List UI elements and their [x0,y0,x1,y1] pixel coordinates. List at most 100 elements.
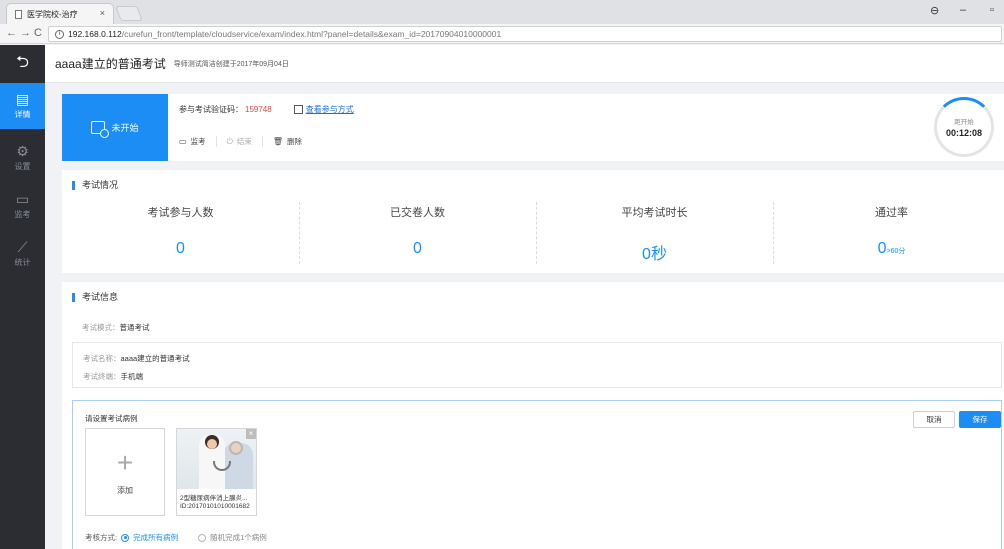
stat-label: 考试参与人数 [147,207,214,219]
stat-avg-duration: 平均考试时长 0秒 [536,200,773,266]
status-card: 未开始 参与考试验证码： 159748 查看参与方式 ▭ 监考 ⏻ 结束 🗑 删… [62,94,1004,161]
url-host: 192.168.0.112 [68,29,122,39]
url-path: /curefun_front/template/cloudservice/exa… [121,29,502,39]
info-icon[interactable]: i [55,29,64,39]
radio-selected-icon[interactable] [121,533,130,542]
field-label: 考试模式： [82,323,120,332]
reload-icon[interactable]: C [34,27,42,39]
url-field[interactable]: i 192.168.0.112 /curefun_front/template/… [48,26,1002,42]
pass-threshold: >60分 [886,248,906,255]
join-method-link[interactable]: 查看参与方式 [306,104,354,115]
case-name: 2型糖尿病伴消上腺炎... [180,495,248,502]
sidebar-item-statistics[interactable]: ⟋ 统计 [0,231,45,277]
assessment-mode-label: 考核方式: [85,533,118,542]
stat-label: 平均考试时长 [621,207,688,219]
sidebar-item-settings[interactable]: ⚙ 设置 [0,135,45,181]
exam-status-button[interactable]: 未开始 [62,94,168,161]
action-label: 监考 [190,137,206,146]
stat-value: 0 [176,240,185,257]
end-action[interactable]: ⏻ 结束 [217,136,263,147]
chart-icon: ⟋ [17,239,28,255]
code-value: 159748 [245,105,272,114]
field-label: 考试名称： [83,354,121,363]
browser-tabbar: 医学院校-治疗 × ⊖ – ▫ [0,0,1004,24]
document-icon [15,9,22,19]
exam-mode-row: 考试模式：普通考试 [82,322,150,333]
close-tab-icon[interactable]: × [100,8,105,18]
exam-name-row: 考试名称：aaaa建立的普通考试 [83,353,190,364]
case-photo [177,429,256,489]
new-tab-button[interactable] [115,6,143,21]
page-title: aaaa建立的普通考试 [55,57,166,71]
gear-icon: ⚙ [16,143,29,159]
field-label: 考试终端： [83,372,121,381]
case-card[interactable]: × 2型糖尿病伴消上腺炎... ID:20170101010001682 [176,428,257,516]
case-panel-title: 请设置考试病例 [85,414,138,423]
detail-icon: ▤ [15,91,30,107]
timer-value: 00:12:08 [945,128,983,138]
sidebar-item-monitor[interactable]: ▭ 监考 [0,183,45,229]
save-button[interactable]: 保存 [959,411,1001,428]
address-bar: ← → C i 192.168.0.112 /curefun_front/tem… [0,24,1004,44]
stat-participants: 考试参与人数 0 [62,200,299,266]
maximize-icon[interactable]: ▫ [990,4,994,16]
assessment-mode-row: 考核方式: 完成所有病例 随机完成1个病例 [85,532,287,543]
plus-icon: + [116,446,134,478]
action-label: 结束 [236,137,252,146]
page-subtitle: 导师测试简洁创建于2017年09月04日 [173,60,289,68]
sidebar-item-label: 设置 [14,162,31,171]
option-label: 随机完成1个病例 [210,533,267,542]
monitor-icon: ▭ [15,191,30,207]
stat-submitted: 已交卷人数 0 [299,200,536,266]
stat-pass-rate: 通过率 0>60分 [773,200,1004,266]
countdown-timer: 距开始 00:12:08 [934,97,994,157]
return-arrow-icon: ⮌ [16,53,29,71]
section-title: 考试信息 [72,293,118,302]
add-case-button[interactable]: + 添加 [85,428,165,516]
exam-info-card: 考试信息 考试模式：普通考试 考试名称：aaaa建立的普通考试 考试终端：手机端… [62,282,1004,549]
stat-value: 0 [413,240,422,257]
exam-stats-card: 考试情况 考试参与人数 0 已交卷人数 0 平均考试时长 0秒 通过率 0>60… [62,170,1004,273]
cancel-button[interactable]: 取消 [913,411,955,428]
add-case-label: 添加 [117,485,133,495]
stat-value: 0>60分 [877,240,906,257]
sidebar-item-label: 监考 [14,210,31,219]
stat-value: 0秒 [642,246,667,263]
trash-icon: 🗑 [272,137,284,146]
exam-detail-box: 考试名称：aaaa建立的普通考试 考试终端：手机端 [72,342,1002,388]
account-icon[interactable]: ⊖ [930,4,939,17]
page-header: aaaa建立的普通考试 导师测试简洁创建于2017年09月04日 [45,45,1004,83]
calendar-clock-icon [91,121,110,138]
browser-tab-title: 医学院校-治疗 [27,9,78,19]
sidebar-item-details[interactable]: ▤ 详情 [0,83,45,129]
back-arrow-icon[interactable]: ← [6,27,17,39]
sidebar-item-label: 详情 [14,110,31,119]
power-icon: ⏻ [226,136,233,146]
option-label: 完成所有病例 [133,533,179,542]
section-title: 考试情况 [72,181,118,190]
timer-label: 距开始 [954,119,974,126]
radio-empty-icon[interactable] [198,533,207,542]
qr-code-icon [293,105,303,114]
field-value: aaaa建立的普通考试 [120,354,190,363]
stat-label: 通过率 [875,207,908,219]
option-complete-all[interactable]: 完成所有病例 [121,532,178,543]
remove-case-icon[interactable]: × [246,429,256,439]
sidebar-item-label: 统计 [14,258,31,267]
case-id: ID:20170101010001682 [180,503,250,510]
exam-status-label: 未开始 [111,123,139,133]
code-label: 参与考试验证码： [179,105,243,114]
browser-tab[interactable]: 医学院校-治疗 × [6,3,114,24]
case-settings-panel: 请设置考试病例 取消 保存 + 添加 × 2型糖尿病伴消上腺炎... ID:20… [72,400,1002,549]
exam-terminal-row: 考试终端：手机端 [83,371,143,382]
action-row: ▭ 监考 ⏻ 结束 🗑 删除 [179,136,312,147]
back-button[interactable]: ⮌ [0,45,45,83]
monitor-icon: ▭ [179,137,187,146]
monitor-action[interactable]: ▭ 监考 [179,136,217,147]
delete-action[interactable]: 🗑 删除 [263,136,312,147]
minimize-icon[interactable]: – [960,4,966,16]
action-label: 删除 [287,137,303,146]
sidebar: ⮌ ▤ 详情 ⚙ 设置 ▭ 监考 ⟋ 统计 [0,45,45,549]
option-random-one[interactable]: 随机完成1个病例 [198,532,267,543]
forward-arrow-icon[interactable]: → [20,27,31,39]
